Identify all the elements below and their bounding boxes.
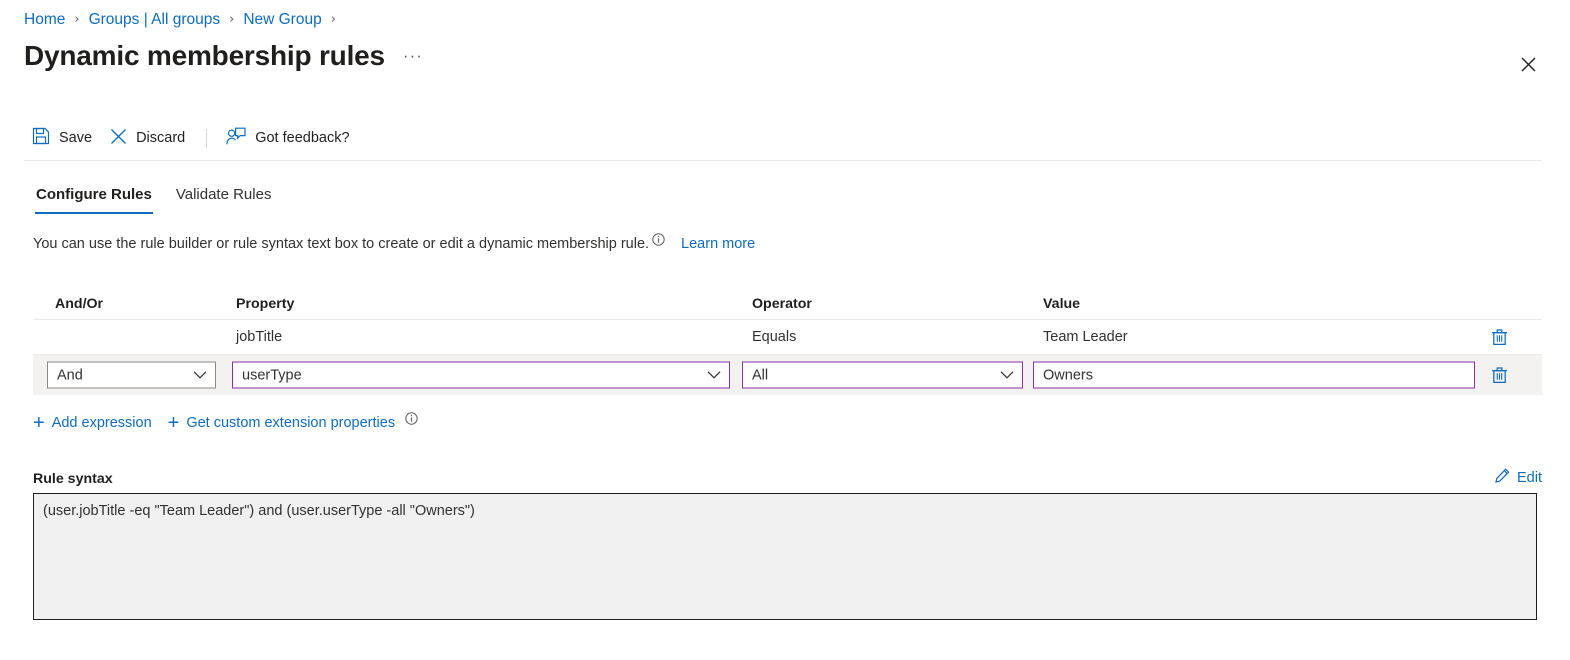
page-title: Dynamic membership rules [24, 40, 385, 72]
add-expression-label: Add expression [52, 415, 152, 431]
delete-expression-button[interactable] [1485, 323, 1513, 351]
andor-dropdown-value: And [57, 367, 83, 383]
trash-icon [1491, 328, 1508, 346]
tab-validate-rules-label: Validate Rules [176, 186, 272, 203]
property-dropdown[interactable]: userType [232, 362, 730, 389]
get-custom-extension-properties-button[interactable]: + Get custom extension properties [168, 413, 418, 433]
edit-rule-syntax-button[interactable]: Edit [1495, 468, 1542, 487]
discard-label: Discard [136, 130, 185, 146]
rule-syntax-value: (user.jobTitle -eq "Team Leader") and (u… [43, 502, 1527, 521]
rule-syntax-textarea[interactable]: (user.jobTitle -eq "Team Leader") and (u… [33, 493, 1537, 620]
rule-builder-table: And/Or Property Operator Value jobTitle … [33, 288, 1542, 395]
plus-icon: + [33, 413, 45, 433]
table-row-editable: And userType All [33, 355, 1542, 395]
breadcrumb-item-home[interactable]: Home [24, 10, 65, 30]
trash-icon [1491, 366, 1508, 384]
tab-configure-rules[interactable]: Configure Rules [24, 180, 164, 214]
save-label: Save [59, 130, 92, 146]
add-expression-button[interactable]: + Add expression [33, 413, 152, 433]
value-input-value: Owners [1043, 367, 1093, 383]
breadcrumb: Home › Groups | All groups › New Group › [24, 10, 345, 30]
get-custom-extension-properties-label: Get custom extension properties [186, 415, 395, 431]
command-bar-divider [24, 160, 1542, 161]
description-row: You can use the rule builder or rule syn… [33, 236, 755, 252]
plus-icon: + [168, 413, 180, 433]
tab-validate-rules[interactable]: Validate Rules [164, 180, 284, 214]
operator-dropdown[interactable]: All [742, 362, 1023, 389]
breadcrumb-item-groups[interactable]: Groups | All groups [89, 10, 221, 30]
chevron-down-icon [193, 371, 207, 380]
column-header-property: Property [236, 296, 294, 312]
tab-configure-rules-label: Configure Rules [36, 186, 152, 203]
andor-dropdown[interactable]: And [47, 362, 216, 389]
column-header-value: Value [1043, 296, 1080, 312]
feedback-label: Got feedback? [255, 130, 349, 146]
description-text: You can use the rule builder or rule syn… [33, 236, 649, 252]
breadcrumb-separator-icon: › [74, 10, 79, 30]
tab-list: Configure Rules Validate Rules [24, 180, 283, 214]
value-input[interactable]: Owners [1033, 362, 1475, 389]
chevron-down-icon [1000, 371, 1014, 380]
row-value-value: Team Leader [1043, 329, 1128, 345]
operator-dropdown-value: All [752, 367, 768, 383]
table-row: jobTitle Equals Team Leader [33, 320, 1542, 355]
close-blade-button[interactable] [1512, 48, 1544, 80]
feedback-person-icon [226, 127, 246, 150]
learn-more-link[interactable]: Learn more [681, 236, 755, 252]
discard-icon [110, 128, 127, 149]
more-options-icon[interactable]: ··· [403, 47, 423, 64]
info-icon[interactable] [405, 412, 418, 425]
command-bar: Save Discard Got feedback? [24, 120, 360, 156]
rule-builder-actions: + Add expression + Get custom extension … [33, 413, 418, 433]
property-dropdown-value: userType [242, 367, 302, 383]
info-icon[interactable] [652, 233, 665, 246]
delete-expression-button[interactable] [1485, 361, 1513, 389]
close-icon [1521, 57, 1536, 72]
dynamic-membership-rules-blade: Home › Groups | All groups › New Group ›… [0, 0, 1570, 660]
chevron-down-icon [707, 371, 721, 380]
save-icon [32, 127, 50, 149]
toolbar-divider [206, 129, 207, 148]
rule-syntax-label: Rule syntax [33, 471, 113, 487]
column-header-operator: Operator [752, 296, 812, 312]
got-feedback-button[interactable]: Got feedback? [218, 122, 359, 155]
title-row: Dynamic membership rules ··· [24, 40, 423, 72]
save-button[interactable]: Save [24, 122, 102, 154]
edit-label: Edit [1517, 470, 1542, 486]
row-property-value: jobTitle [236, 329, 282, 345]
breadcrumb-item-new-group[interactable]: New Group [243, 10, 321, 30]
table-header-row: And/Or Property Operator Value [33, 288, 1542, 320]
pencil-icon [1495, 468, 1510, 487]
breadcrumb-separator-icon: › [229, 10, 234, 30]
discard-button[interactable]: Discard [102, 123, 195, 154]
breadcrumb-separator-icon: › [331, 10, 336, 30]
row-operator-value: Equals [752, 329, 796, 345]
column-header-andor: And/Or [55, 296, 103, 312]
